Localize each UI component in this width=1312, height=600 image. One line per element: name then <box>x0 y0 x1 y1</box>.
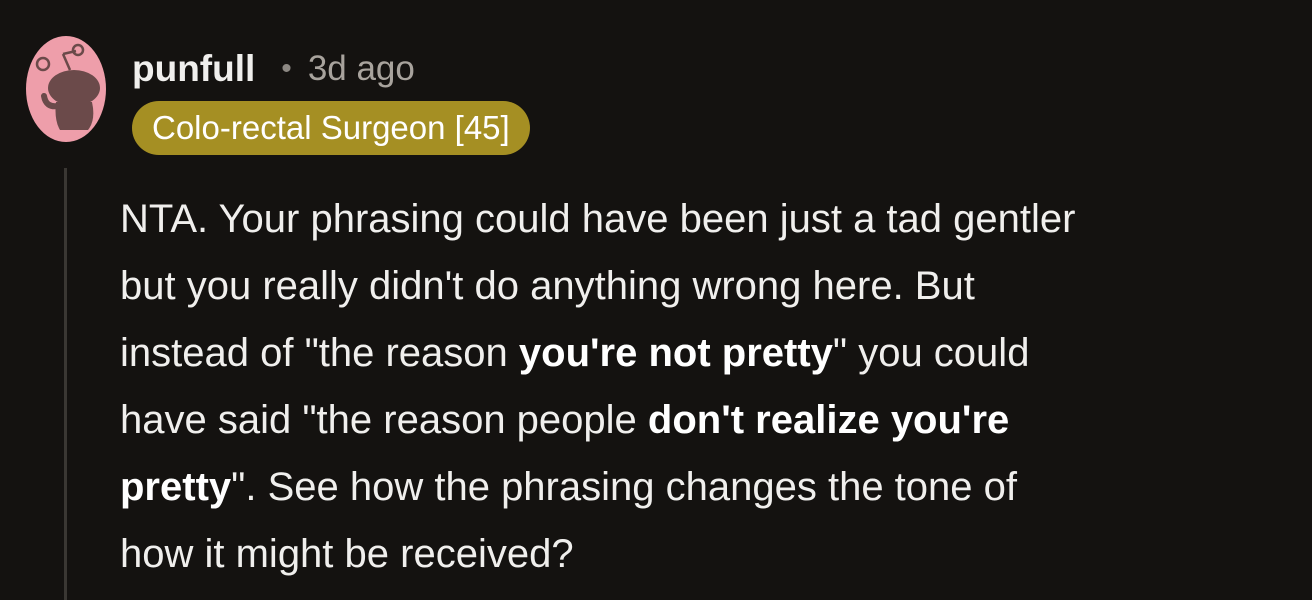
body-text: NTA. Your phrasing could have been just … <box>120 197 1076 241</box>
username-link[interactable]: punfull <box>132 48 255 90</box>
comment-header: punfull • 3d ago <box>132 46 415 92</box>
timestamp[interactable]: 3d ago <box>308 49 415 89</box>
separator-dot: • <box>281 52 292 85</box>
body-text: how it might be received? <box>120 532 574 576</box>
comment-body-line: instead of "the reason you're not pretty… <box>120 320 1300 387</box>
body-text: " you could <box>832 331 1030 375</box>
body-text: instead of "the reason <box>120 331 519 375</box>
comment-body-line: have said "the reason people don't reali… <box>120 387 1300 454</box>
bold-text: pretty <box>120 465 232 509</box>
thread-line[interactable] <box>64 168 67 600</box>
body-text: ". See how the phrasing changes the tone… <box>231 465 1017 509</box>
comment: punfull • 3d ago Colo-rectal Surgeon [45… <box>0 0 1312 600</box>
user-flair: Colo-rectal Surgeon [45] <box>132 101 530 155</box>
comment-body-line: how it might be received? <box>120 521 1300 588</box>
bold-text: you're not pretty <box>518 331 833 375</box>
bold-text: don't realize you're <box>647 398 1010 442</box>
body-text: have said "the reason people <box>120 398 648 442</box>
comment-body-line: pretty". See how the phrasing changes th… <box>120 454 1300 521</box>
comment-body-line: but you really didn't do anything wrong … <box>120 253 1300 320</box>
snoo-avatar-icon <box>26 36 106 142</box>
comment-body: NTA. Your phrasing could have been just … <box>120 186 1300 588</box>
user-avatar[interactable] <box>26 36 106 142</box>
body-text: but you really didn't do anything wrong … <box>120 264 975 308</box>
comment-body-line: NTA. Your phrasing could have been just … <box>120 186 1300 253</box>
